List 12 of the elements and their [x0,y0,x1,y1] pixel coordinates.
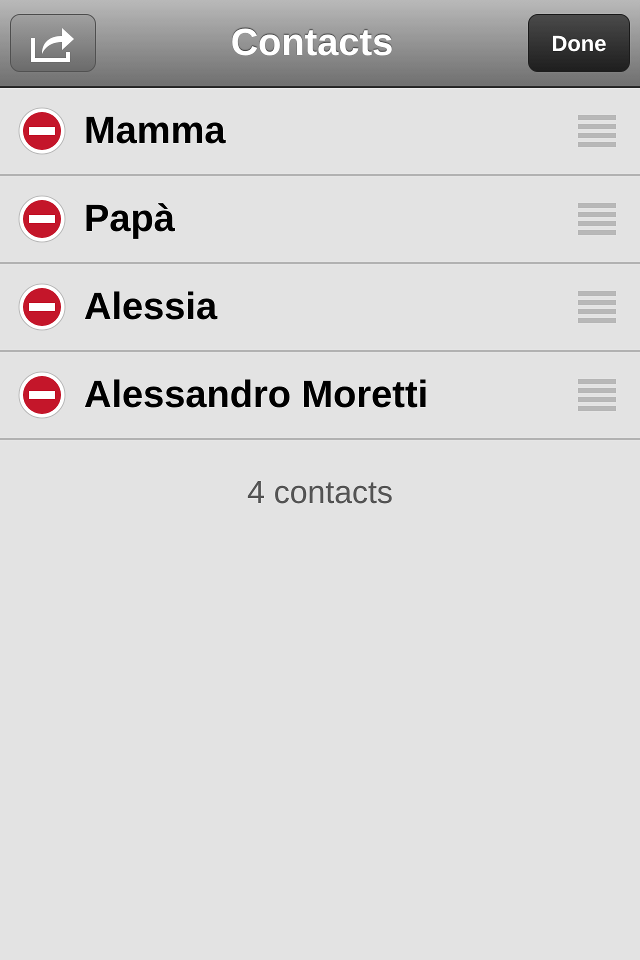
contact-name: Alessandro Moretti [84,372,430,418]
contact-count: 4 contacts [247,473,393,512]
contact-name: Papà [84,196,176,242]
share-button[interactable] [10,14,96,72]
delete-icon[interactable] [18,107,66,155]
delete-icon[interactable] [18,195,66,243]
contact-name: Mamma [84,108,227,154]
delete-icon[interactable] [18,283,66,331]
contact-name: Alessia [84,284,218,330]
done-button[interactable]: Done [528,14,630,72]
delete-icon[interactable] [18,371,66,419]
window-title: Contacts [230,20,394,66]
